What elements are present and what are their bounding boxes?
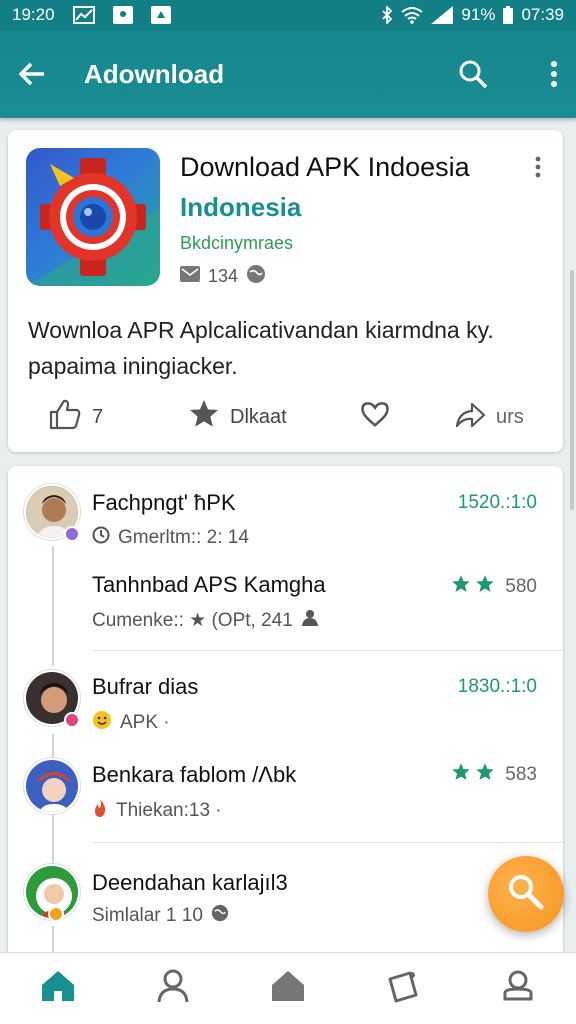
flame-icon: [92, 798, 108, 824]
list-item-value: 1520.:1:0: [457, 492, 537, 513]
app-title: Download APK Indoesia: [180, 152, 470, 182]
signal-icon: [431, 6, 454, 24]
list-item-subtitle: Cumenke:: ★ (OPt, 241: [92, 608, 321, 632]
person-icon: [156, 968, 190, 1009]
image-notification-icon: [112, 6, 133, 24]
app-meta-count: 134: [208, 266, 239, 286]
list-item-sub-text: Simlalar 1 10: [92, 905, 203, 926]
notes-icon: [386, 969, 420, 1008]
star-icon: [188, 398, 220, 436]
star-icon: [475, 574, 495, 600]
list-item-rating: 583: [451, 762, 537, 788]
share-icon: [454, 399, 486, 435]
thumbs-up-icon: [48, 398, 82, 436]
bottom-navigation: [0, 952, 576, 1024]
store-icon: [270, 969, 306, 1008]
app-meta: 134: [180, 264, 266, 289]
list-item-sub-text: Thiekan:13 ·: [116, 800, 222, 821]
rate-label: Dlkaat: [230, 405, 287, 428]
divider: [92, 842, 563, 843]
status-time-right: 07:39: [521, 5, 564, 24]
avatar-badge-icon: [64, 712, 80, 728]
list-item-subtitle: Thiekan:13 ·: [92, 798, 222, 824]
status-time-left: 19:20: [12, 5, 55, 24]
list-item-value: 1830.:1:0: [457, 676, 537, 697]
card-action-row: 7 Dlkaat urs: [8, 392, 563, 442]
list-item-title[interactable]: Deendahan karlajıl3: [92, 870, 288, 896]
avatar[interactable]: [24, 758, 80, 814]
timeline-line: [52, 546, 54, 666]
list-item-value: 583: [505, 764, 537, 785]
share-label: urs: [496, 405, 524, 428]
nav-notes[interactable]: [373, 959, 433, 1019]
app-logo-icon[interactable]: [26, 148, 160, 286]
app-detail-card: Download APK Indoesia Indonesia Bkdcinym…: [8, 130, 563, 452]
people-icon: [301, 608, 321, 632]
nav-home[interactable]: [28, 959, 88, 1019]
avatar-badge-icon: [48, 906, 64, 922]
page-title: Adownload: [84, 58, 225, 89]
star-icon: [451, 762, 471, 788]
list-item-subtitle: Gmerltm:: 2: 14: [92, 526, 249, 550]
chart-notification-icon: [72, 6, 95, 24]
heart-icon: [360, 399, 390, 435]
battery-percent: 91%: [461, 5, 496, 24]
battery-icon: [503, 6, 514, 24]
bluetooth-icon: [381, 6, 393, 24]
list-item-title[interactable]: Tanhnbad APS Kamgha: [92, 572, 326, 598]
rate-action[interactable]: Dlkaat: [188, 398, 287, 436]
globe-icon: [211, 904, 229, 928]
list-item-subtitle: APK ·: [92, 710, 170, 736]
home-icon: [40, 969, 76, 1008]
app-notification-icon: [150, 6, 171, 24]
list-item-subtitle: Simlalar 1 10: [92, 904, 229, 928]
list-item-value: 580: [505, 576, 537, 597]
app-description: Wownloa APR Aplcalicativandan kiarmdna k…: [28, 317, 494, 379]
star-icon: [475, 762, 495, 788]
app-subtitle: Indonesia: [180, 192, 302, 222]
globe-icon: [246, 264, 266, 289]
download-list-card: Fachpngt' ħPK Gmerltm:: 2: 14 1520.:1:0 …: [8, 466, 563, 966]
list-item-sub-text: Gmerltm:: 2: 14: [118, 527, 249, 548]
clock-icon: [92, 526, 110, 550]
divider: [92, 650, 563, 651]
search-fab[interactable]: [488, 856, 564, 932]
app-bar: Adownload: [0, 30, 576, 118]
list-item-sub-text: APK ·: [120, 712, 170, 733]
card-more-icon[interactable]: [535, 156, 541, 178]
wifi-icon: [401, 6, 424, 24]
more-vert-icon[interactable]: [550, 60, 558, 88]
list-item-rating: 580: [451, 574, 537, 600]
like-count: 7: [92, 405, 104, 428]
magnifier-icon: [506, 872, 546, 917]
nav-account[interactable]: [488, 959, 548, 1019]
scrollbar[interactable]: [570, 270, 574, 510]
mail-icon: [180, 266, 200, 287]
share-action[interactable]: urs: [454, 399, 524, 435]
list-item-title[interactable]: Benkara fablom /Λbk: [92, 762, 296, 788]
like-action[interactable]: 7: [48, 398, 103, 436]
avatar-badge-icon: [64, 526, 80, 542]
emoji-icon: [92, 710, 112, 736]
status-bar: 19:20 91% 07:39: [0, 0, 576, 30]
app-developer[interactable]: Bkdcinymraes: [180, 233, 293, 254]
nav-profile[interactable]: [143, 959, 203, 1019]
account-icon: [501, 969, 535, 1008]
back-arrow-icon[interactable]: [18, 60, 46, 88]
nav-store[interactable]: [258, 959, 318, 1019]
star-icon: [451, 574, 471, 600]
list-item-sub-text: Cumenke:: ★ (OPt, 241: [92, 609, 293, 631]
list-item-title[interactable]: Fachpngt' ħPK: [92, 490, 236, 516]
search-icon[interactable]: [458, 59, 488, 89]
favorite-action[interactable]: [360, 399, 390, 435]
list-item-title[interactable]: Bufrar dias: [92, 674, 198, 700]
